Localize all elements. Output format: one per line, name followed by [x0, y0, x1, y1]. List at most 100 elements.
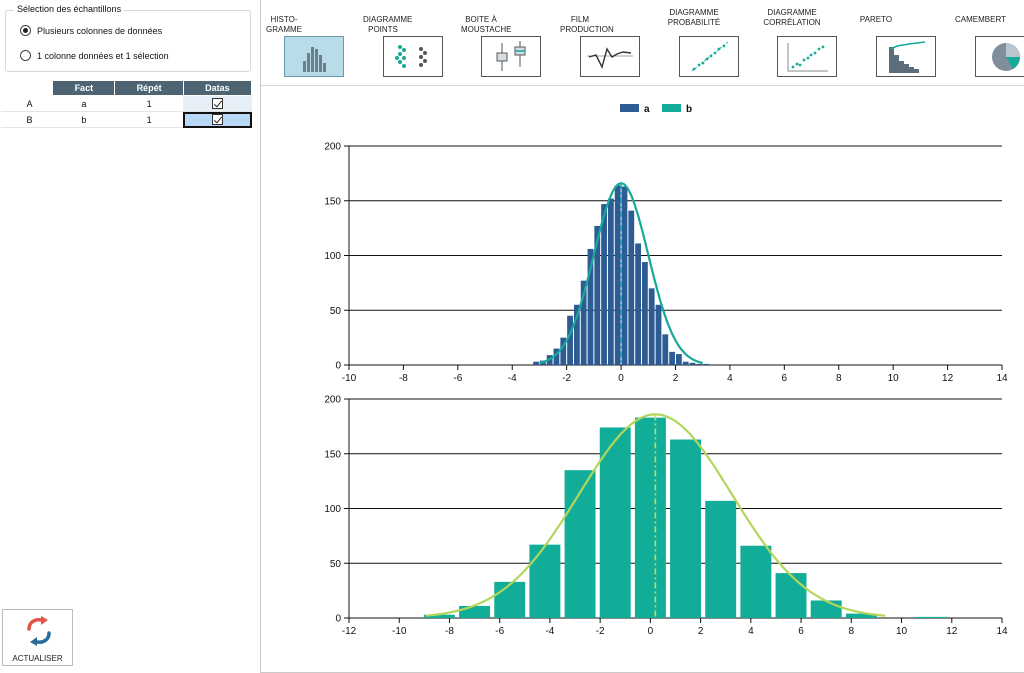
y-tick-label-a: 150 — [324, 196, 341, 207]
bar-b — [740, 545, 772, 618]
radio-multiple-columns[interactable]: Plusieurs colonnes de données — [20, 25, 162, 36]
y-tick-label-b: 200 — [324, 395, 341, 406]
bar-a — [655, 304, 662, 365]
bar-b — [634, 417, 666, 618]
cell-repet[interactable]: 1 — [114, 111, 184, 128]
x-tick-label-b: 4 — [748, 626, 754, 637]
column-header-datas[interactable]: Datas — [182, 80, 253, 96]
table-row[interactable]: A a 1 — [0, 95, 252, 112]
toolbar-label: DIAGRAMME CORRÉLATION — [757, 8, 820, 28]
x-tick-label-b: -2 — [596, 626, 605, 637]
probability-plot-icon — [691, 41, 729, 72]
bar-b — [459, 605, 491, 618]
bar-a — [703, 363, 710, 365]
y-tick-label-b: 100 — [324, 504, 341, 515]
bar-a — [641, 262, 648, 365]
bar-a — [635, 243, 641, 365]
app-window: Sélection des échantillons Plusieurs col… — [0, 0, 1024, 673]
y-tick-label-a: 100 — [324, 251, 341, 262]
chart-area: a b 0 50 100 150 200 -10 -8 -6 -4 -2 0 2 4 6 8 10 12 14 0 50 1… — [261, 87, 1024, 673]
y-tick-label-b: 50 — [330, 559, 342, 570]
column-header-repet[interactable]: Répét — [114, 80, 184, 96]
probability-plot-button[interactable] — [679, 36, 739, 77]
x-tick-label-b: -6 — [495, 626, 504, 637]
legend-label-b: b — [686, 104, 692, 115]
pareto-icon — [889, 41, 926, 73]
box-plot-button[interactable] — [481, 36, 541, 77]
cell-fact[interactable]: b — [52, 111, 115, 128]
checkbox-checked-icon[interactable] — [211, 114, 223, 126]
histogram-charts: a b050100150200-10 -8 -6 -4 -2 0 2 4 6 8 10 12 140501… — [324, 104, 1008, 637]
cell-repet[interactable]: 1 — [114, 95, 184, 112]
sample-selection-group: Sélection des échantillons Plusieurs col… — [5, 4, 251, 72]
checkbox-checked-icon[interactable] — [211, 98, 223, 110]
bar-a — [567, 315, 573, 365]
refresh-icon — [27, 616, 51, 646]
x-tick-label-b: 0 — [648, 626, 654, 637]
x-tick-label-a: 8 — [836, 373, 842, 384]
toolbar-label-text: DIAGRAMME PROBABILITÉ — [667, 8, 721, 27]
pareto-button[interactable] — [876, 36, 936, 77]
sample-selection-title: Sélection des échantillons — [14, 4, 125, 14]
cell-datas[interactable] — [183, 95, 252, 112]
toolbar-label: CAMEMBERT — [955, 15, 1006, 24]
radio-selected-dot — [23, 28, 28, 33]
table-row[interactable]: B b 1 — [0, 111, 252, 128]
toolbar-label-text: DIAGRAMME CORRÉLATION — [763, 8, 821, 27]
bar-a — [648, 288, 655, 365]
bar-a — [533, 361, 539, 365]
x-tick-label-b: -10 — [392, 626, 407, 637]
dot-plot-icon — [395, 45, 427, 68]
bar-a — [682, 361, 689, 365]
box-plot-icon — [496, 41, 526, 71]
run-chart-button[interactable] — [580, 36, 640, 77]
refresh-button[interactable]: ACTUALISER — [2, 609, 73, 666]
bar-b — [775, 573, 807, 618]
cell-datas-selected[interactable] — [183, 111, 252, 128]
bar-a — [628, 210, 635, 365]
x-tick-label-a: 14 — [996, 373, 1008, 384]
refresh-label: ACTUALISER — [12, 654, 63, 663]
x-tick-label-b: 10 — [896, 626, 908, 637]
x-tick-label-b: 2 — [698, 626, 704, 637]
toolbar-label: DIAGRAMME POINTS — [363, 15, 413, 34]
legend-swatch-a — [620, 104, 639, 112]
x-tick-label-a: 10 — [888, 373, 900, 384]
row-header[interactable]: A — [0, 95, 53, 112]
radio-one-column-selection[interactable]: 1 colonne données et 1 sélection — [20, 50, 169, 61]
y-tick-label-a: 200 — [324, 142, 341, 153]
samples-table: Fact Répét Datas A a 1 B b 1 — [0, 80, 253, 128]
legend-swatch-b — [662, 104, 681, 112]
toolbar-label: HISTO- GRAMME — [266, 15, 302, 34]
radio-button-icon[interactable] — [20, 50, 31, 61]
y-tick-label-a: 50 — [330, 306, 342, 317]
pie-button[interactable] — [975, 36, 1024, 77]
toolbar-label: FILM PRODUCTION — [560, 15, 614, 34]
bar-a — [662, 334, 669, 365]
radio-button-icon[interactable] — [20, 25, 31, 36]
bar-b — [670, 439, 702, 618]
y-tick-label-b: 0 — [335, 614, 341, 625]
bar-a — [607, 198, 614, 365]
x-tick-label-a: -4 — [508, 373, 517, 384]
x-tick-label-a: 6 — [782, 373, 788, 384]
dot-plot-button[interactable] — [383, 36, 443, 77]
row-header[interactable]: B — [0, 111, 53, 128]
pie-chart-icon — [992, 43, 1020, 71]
histogram-button[interactable] — [284, 36, 344, 77]
scatter-plot-icon — [787, 43, 828, 72]
bar-b — [705, 500, 737, 618]
bar-a — [614, 185, 621, 365]
bar-b — [494, 581, 526, 618]
toolbar-label: BOITE À MOUSTACHE — [461, 15, 512, 34]
bar-a — [676, 354, 682, 365]
x-tick-label-a: -8 — [399, 373, 408, 384]
correlation-plot-button[interactable] — [777, 36, 837, 77]
cell-fact[interactable]: a — [52, 95, 115, 112]
bar-a — [669, 351, 675, 365]
column-header-fact[interactable]: Fact — [52, 80, 116, 96]
bar-a — [621, 186, 628, 365]
x-tick-label-a: -6 — [453, 373, 462, 384]
bar-a — [601, 204, 607, 365]
legend-label-a: a — [644, 104, 650, 115]
